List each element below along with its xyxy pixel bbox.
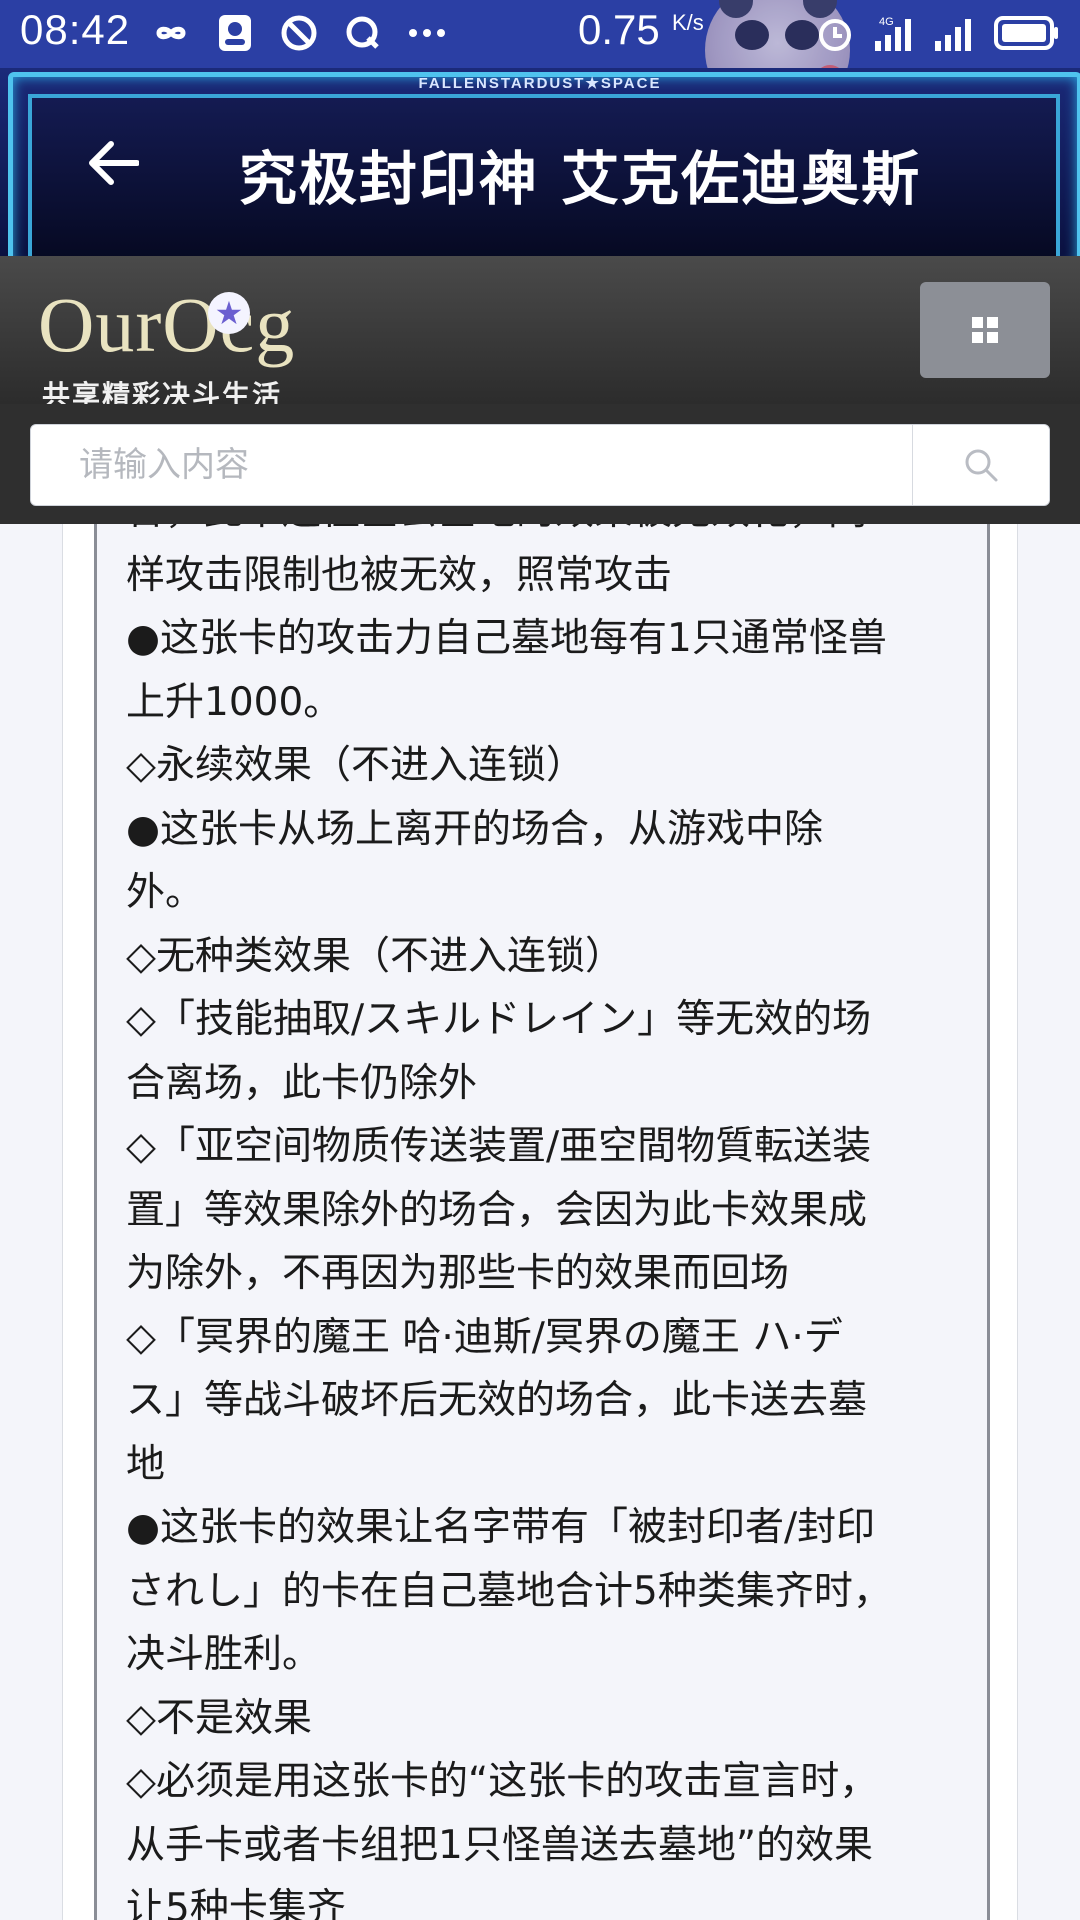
status-icons-left bbox=[148, 10, 450, 56]
effect-line: 上升1000。 bbox=[126, 679, 343, 725]
effect-line: 外。 bbox=[126, 870, 205, 915]
effect-line: ◇「冥界的魔王 哈·迪斯/冥界の魔王 ハ·デ bbox=[126, 1314, 843, 1360]
search-box bbox=[30, 424, 1050, 506]
search-bar bbox=[0, 404, 1080, 524]
effect-line: ◇「技能抽取/スキルドレイン」等无效的场 bbox=[126, 997, 872, 1042]
site-header: OurOcg ★ 共享精彩决斗生活 bbox=[0, 256, 1080, 412]
card-effect-text: 合，此卡送往墓去墓地的效果被无效化，同 样攻击限制也被无效，照常攻击 ●这张卡的… bbox=[126, 524, 956, 1920]
search-input[interactable] bbox=[31, 425, 911, 505]
effect-line: ◇不是效果 bbox=[126, 1695, 312, 1741]
effect-line: ◇永续效果（不进入连锁） bbox=[126, 743, 585, 788]
effect-line: 为除外，不再因为那些卡的效果而回场 bbox=[126, 1251, 790, 1296]
status-time: 08:42 bbox=[20, 6, 131, 53]
grid-icon bbox=[972, 317, 998, 343]
svg-text:4G: 4G bbox=[879, 16, 894, 28]
infinity-icon bbox=[148, 10, 194, 56]
notification-icon bbox=[212, 10, 258, 56]
title-header: FALLENSTARDUST★SPACE 究极封印神 艾克佐迪奥斯 bbox=[0, 68, 1080, 256]
effect-line: ◇「亚空间物质传送装置/亜空間物質転送装 bbox=[126, 1124, 872, 1169]
effect-line: 置」等效果除外的场合，会因为此卡效果成 bbox=[126, 1187, 868, 1233]
effect-line: 决斗胜利。 bbox=[126, 1632, 322, 1677]
effect-line: 让5种卡集齐 bbox=[126, 1886, 346, 1920]
site-logo[interactable]: OurOcg ★ 共享精彩决斗生活 bbox=[38, 280, 338, 412]
menu-button[interactable] bbox=[920, 282, 1050, 378]
network-speed: 0.75 bbox=[578, 6, 660, 53]
signal-icon: 4G bbox=[872, 10, 918, 56]
effect-line: 合离场，此卡仍除外 bbox=[126, 1060, 478, 1106]
star-icon: ★ bbox=[208, 292, 250, 334]
back-button[interactable] bbox=[78, 128, 148, 198]
effect-line: ●这张卡的攻击力自己墓地每有1只通常怪兽 bbox=[126, 616, 887, 661]
more-dots-icon bbox=[404, 10, 450, 56]
page-title: 究极封印神 艾克佐迪奥斯 bbox=[238, 145, 922, 213]
effect-line: 地 bbox=[126, 1441, 166, 1487]
network-speed-unit: K/s bbox=[672, 10, 704, 35]
effect-line: されし」的卡在自己墓地合计5种类集齐时， bbox=[126, 1568, 892, 1614]
effect-line: 样攻击限制也被无效，照常攻击 bbox=[126, 552, 673, 598]
block-icon bbox=[276, 10, 322, 56]
effect-line: ●这张卡从场上离开的场合，从游戏中除 bbox=[126, 806, 824, 852]
status-bar: 08:42 0.75 K/s 4G bbox=[0, 0, 1080, 120]
battery-icon bbox=[992, 10, 1062, 56]
logo-wordmark: OurOcg bbox=[38, 281, 296, 368]
effect-line: ◇无种类效果（不进入连锁） bbox=[126, 933, 624, 979]
search-icon bbox=[965, 449, 998, 482]
effect-line: ●这张卡的效果让名字带有「被封印者/封印 bbox=[126, 1505, 876, 1550]
arrow-left-icon bbox=[89, 141, 139, 185]
effect-line: 从手卡或者卡组把1只怪兽送去墓地”的效果 bbox=[126, 1822, 874, 1868]
content-area: 合，此卡送往墓去墓地的效果被无效化，同 样攻击限制也被无效，照常攻击 ●这张卡的… bbox=[0, 524, 1080, 1920]
effect-line: ス」等战斗破坏后无效的场合，此卡送去墓 bbox=[126, 1378, 868, 1423]
effect-line: 合，此卡送往墓去墓地的效果被无效化，同 bbox=[126, 524, 956, 544]
search-button[interactable] bbox=[912, 425, 1049, 505]
brand-strip: FALLENSTARDUST★SPACE bbox=[418, 75, 662, 92]
alarm-icon bbox=[812, 10, 858, 56]
q-icon bbox=[340, 10, 386, 56]
status-icons-right: 4G bbox=[812, 10, 1062, 56]
effect-line: ◇必须是用这张卡的“这张卡的攻击宣言时， bbox=[126, 1759, 879, 1804]
signal-icon-2 bbox=[932, 10, 978, 56]
